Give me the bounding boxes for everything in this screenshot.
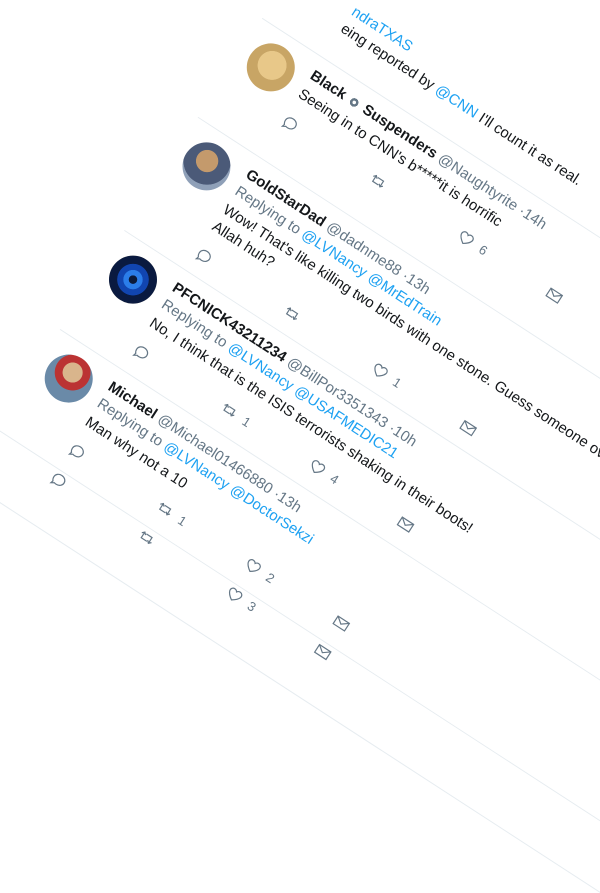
badge-icon	[347, 95, 362, 110]
like-count: 4	[327, 470, 342, 487]
retweet-count: 1	[239, 413, 254, 430]
reply-icon	[194, 249, 211, 263]
reply-feed: ndraTXAS eing reported by @CNN I'll coun…	[0, 0, 600, 893]
reply-icon	[280, 117, 297, 130]
reply-icon	[67, 445, 84, 458]
mention-link[interactable]: @CNN	[432, 81, 481, 121]
like-count: 3	[244, 597, 260, 615]
avatar[interactable]	[237, 34, 304, 101]
avatar[interactable]	[99, 246, 167, 313]
reply-icon	[132, 346, 149, 359]
avatar[interactable]	[173, 133, 240, 200]
like-count: 2	[263, 569, 278, 586]
like-count: 6	[476, 241, 491, 258]
like-count: 1	[390, 373, 405, 391]
retweet-count: 1	[175, 512, 190, 529]
avatar[interactable]	[35, 345, 102, 412]
rotated-timeline: ndraTXAS eing reported by @CNN I'll coun…	[0, 0, 600, 893]
